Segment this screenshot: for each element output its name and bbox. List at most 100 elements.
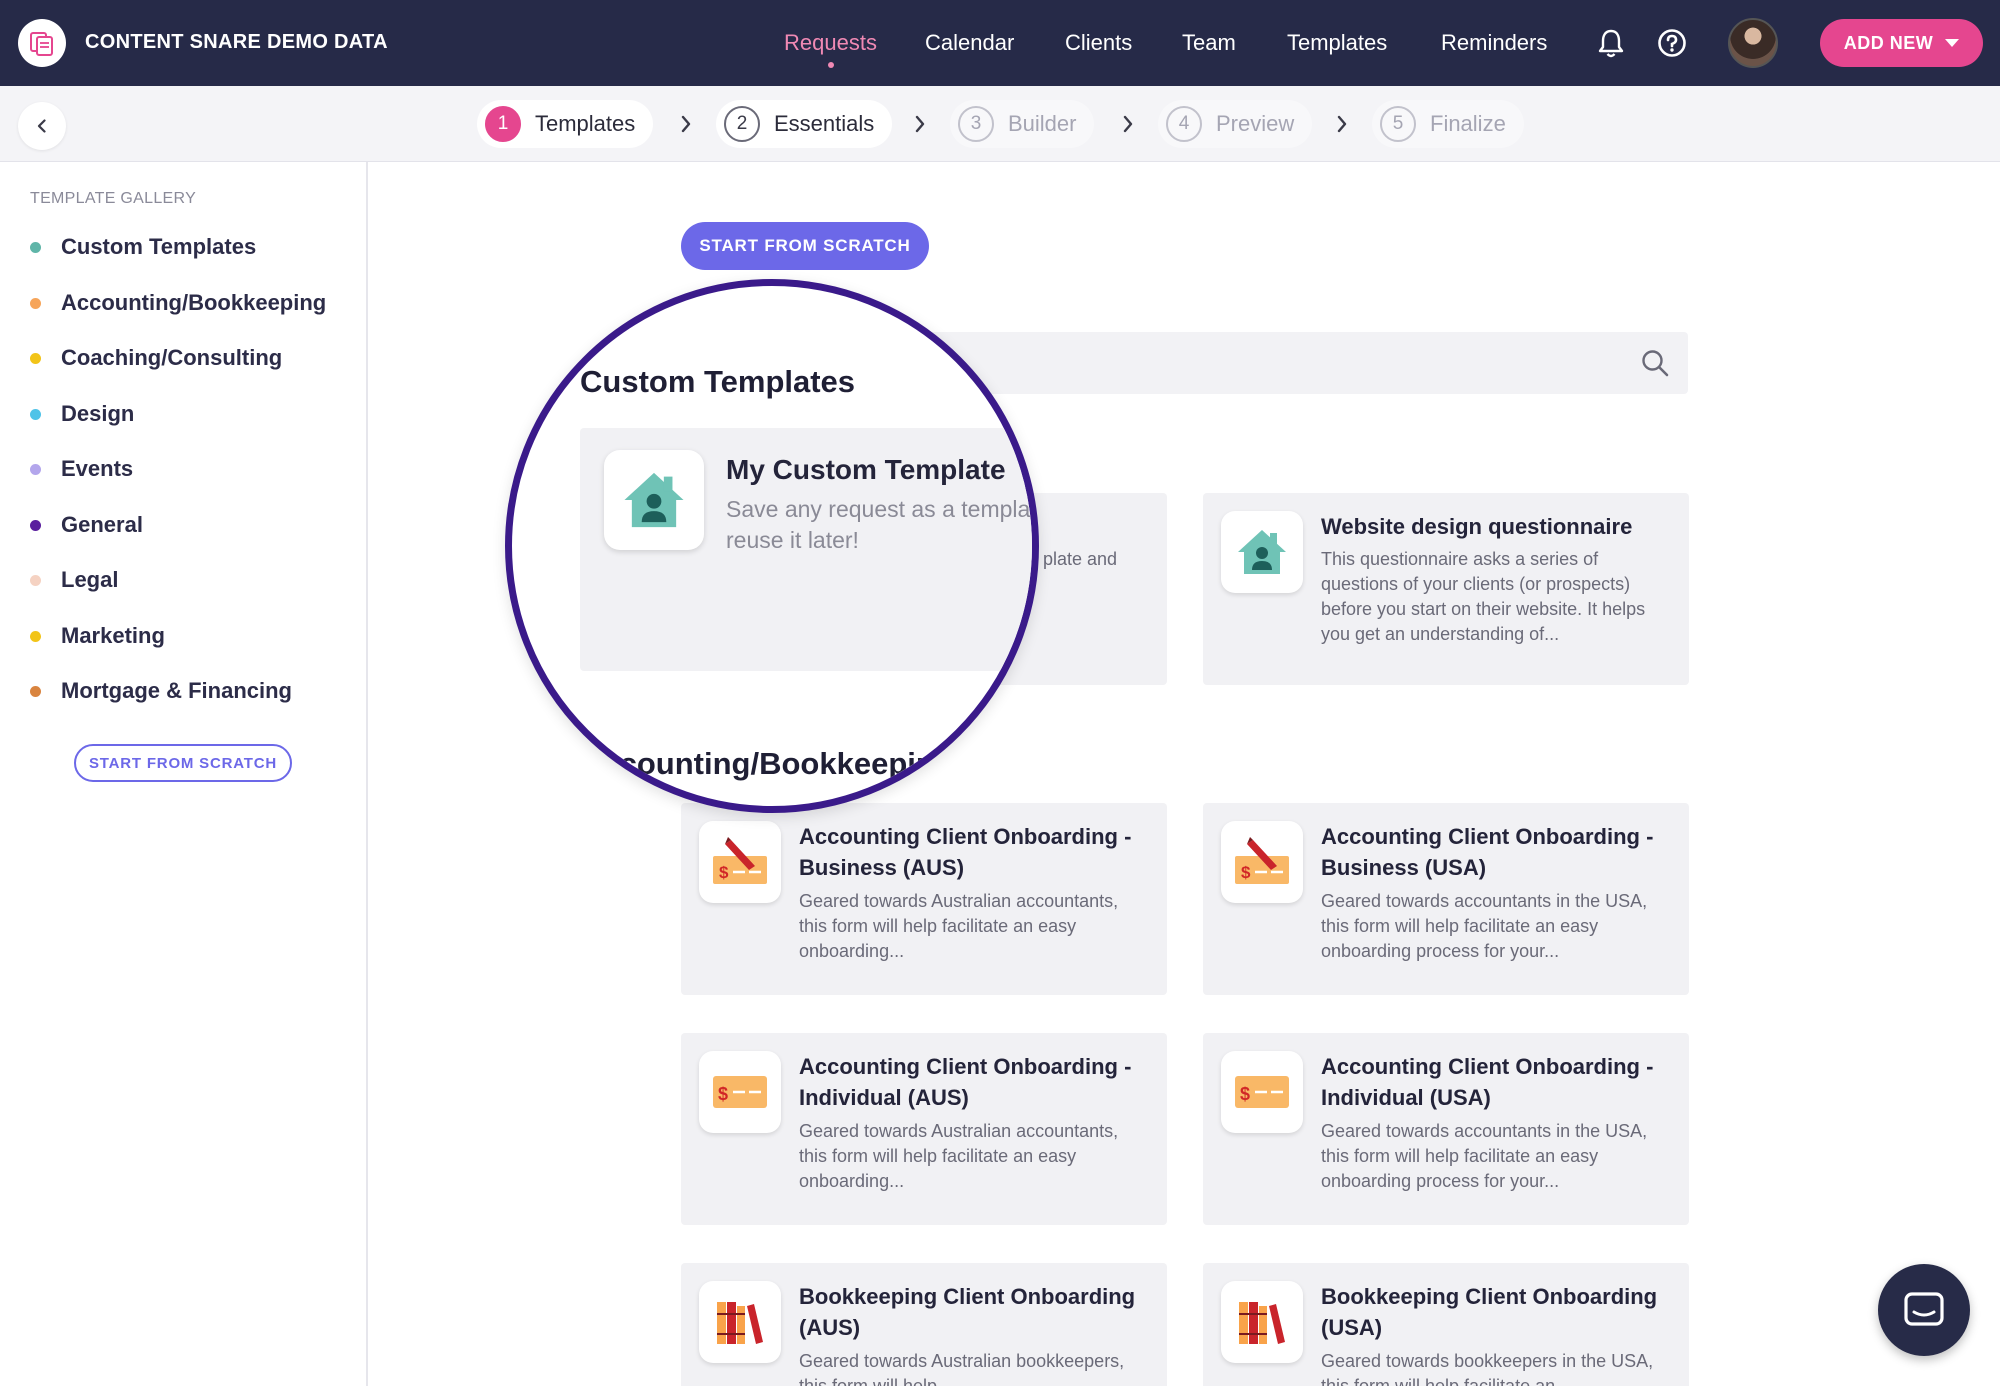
step-label: Finalize [1430,111,1506,136]
caret-down-icon [1945,39,1960,47]
step-label: Builder [1008,111,1077,136]
category-coaching[interactable]: Coaching/Consulting [30,345,282,371]
template-card-acct-business-usa[interactable]: $ Accounting Client Onboarding - Busines… [1203,803,1689,995]
template-card-acct-business-aus[interactable]: $ Accounting Client Onboarding - Busines… [681,803,1167,995]
category-custom-templates[interactable]: Custom Templates [30,234,256,260]
template-card-bookkeeping-usa[interactable]: Bookkeeping Client Onboarding (USA) Gear… [1203,1263,1689,1386]
step-number: 5 [1380,106,1416,142]
chevron-right-icon [1117,113,1139,135]
step-finalize[interactable]: 5 Finalize [1372,100,1524,148]
step-label: Essentials [774,111,875,136]
card-description: This questionnaire asks a series of ques… [1321,549,1646,644]
house-icon [604,450,704,550]
top-nav-bar: CONTENT SNARE DEMO DATA Requests Calenda… [0,0,2000,86]
chat-widget-button[interactable] [1878,1264,1970,1356]
nav-reminders[interactable]: Reminders [1441,30,1547,56]
magnified-section-heading: Custom Templates [580,364,856,399]
brand-name: CONTENT SNARE DEMO DATA [85,31,388,53]
category-dot [30,630,41,642]
step-number: 3 [958,106,994,142]
card-title: Accounting Client Onboarding - Individua… [799,1054,1132,1110]
add-new-button[interactable]: ADD NEW [1820,19,1983,67]
bell-icon[interactable] [1594,26,1628,60]
chevron-left-icon [37,119,46,133]
search-icon[interactable] [1640,348,1670,378]
category-label: Events [61,456,134,481]
category-dot [30,297,41,309]
card-description: Geared towards Australian accountants, t… [799,1121,1119,1191]
books-icon [1221,1281,1303,1363]
nav-calendar[interactable]: Calendar [925,30,1014,56]
category-label: Mortgage & Financing [61,678,292,703]
magnified-accounting-heading: Accounting/Bookkeeping [580,746,954,781]
step-number: 4 [1166,106,1202,142]
card-title: Bookkeeping Client Onboarding (USA) [1321,1284,1658,1340]
template-card-acct-individual-usa[interactable]: $ Accounting Client Onboarding - Individ… [1203,1033,1689,1225]
step-essentials[interactable]: 2 Essentials [716,100,893,148]
nav-clients[interactable]: Clients [1065,30,1132,56]
user-avatar[interactable] [1728,18,1778,68]
nav-templates[interactable]: Templates [1287,30,1387,56]
svg-text:$: $ [718,1084,728,1104]
chevron-right-icon [675,113,697,135]
category-legal[interactable]: Legal [30,567,118,593]
category-accounting[interactable]: Accounting/Bookkeeping [30,290,326,316]
category-dot [30,574,41,586]
category-events[interactable]: Events [30,456,133,482]
nav-requests[interactable]: Requests [784,30,877,56]
template-card-acct-individual-aus[interactable]: $ Accounting Client Onboarding - Individ… [681,1033,1167,1225]
card-description: Geared towards Australian accountants, t… [799,891,1119,961]
app-logo[interactable] [18,19,66,67]
card-title: Accounting Client Onboarding - Individua… [1321,1054,1654,1110]
card-title: Accounting Client Onboarding - Business … [1321,824,1654,880]
svg-text:$: $ [1241,863,1251,882]
card-title: Accounting Client Onboarding - Business … [799,824,1132,880]
category-dot [30,519,41,531]
step-templates[interactable]: 1 Templates [477,100,654,148]
add-new-label: ADD NEW [1843,32,1934,53]
category-label: Accounting/Bookkeeping [61,290,327,315]
step-label: Templates [535,111,636,136]
step-number: 1 [485,106,521,142]
step-preview[interactable]: 4 Preview [1158,100,1313,148]
card-description: plate and [1043,549,1118,569]
step-label: Preview [1216,111,1295,136]
card-description: Geared towards accountants in the USA, t… [1321,1121,1648,1191]
category-dot [30,408,41,420]
svg-text:$: $ [719,863,729,882]
cheque-pen-icon: $ [699,821,781,903]
chevron-right-icon [909,113,931,135]
template-search-input[interactable] [920,332,1688,394]
help-icon[interactable] [1655,26,1689,60]
magnified-card-description: Save any request as a template and reuse… [726,496,1037,553]
category-label: Design [61,401,135,426]
sidebar-start-from-scratch-button[interactable]: START FROM SCRATCH [74,744,292,782]
step-builder[interactable]: 3 Builder [950,100,1095,148]
category-design[interactable]: Design [30,401,134,427]
cheque-pen-icon: $ [1221,821,1303,903]
svg-text:$: $ [1240,1084,1250,1104]
nav-team[interactable]: Team [1182,30,1236,56]
back-button[interactable] [18,102,66,150]
template-card-website-design[interactable]: Website design questionnaire This questi… [1203,493,1689,685]
wizard-stepper: 1 Templates 2 Essentials 3 Builder 4 Pre… [0,86,2000,162]
category-marketing[interactable]: Marketing [30,623,165,649]
category-label: Custom Templates [61,234,257,259]
start-from-scratch-button[interactable]: START FROM SCRATCH [681,222,929,270]
card-title: Website design questionnaire [1321,514,1633,539]
magnified-template-card[interactable]: My Custom Template Save any request as a… [580,428,1037,671]
books-icon [699,1281,781,1363]
cheque-icon: $ [1221,1051,1303,1133]
category-dot [30,352,41,364]
active-nav-indicator [828,62,834,68]
logo-icon [30,32,53,56]
category-label: Marketing [61,623,165,648]
template-gallery-sidebar: TEMPLATE GALLERY Custom Templates Accoun… [0,162,368,1386]
category-general[interactable]: General [30,512,143,538]
template-card-bookkeeping-aus[interactable]: Bookkeeping Client Onboarding (AUS) Gear… [681,1263,1167,1386]
card-description: Geared towards accountants in the USA, t… [1321,891,1648,961]
magnified-card-title: My Custom Template [726,454,1006,485]
category-mortgage[interactable]: Mortgage & Financing [30,678,292,704]
category-label: Legal [61,567,119,592]
step-number: 2 [724,106,760,142]
